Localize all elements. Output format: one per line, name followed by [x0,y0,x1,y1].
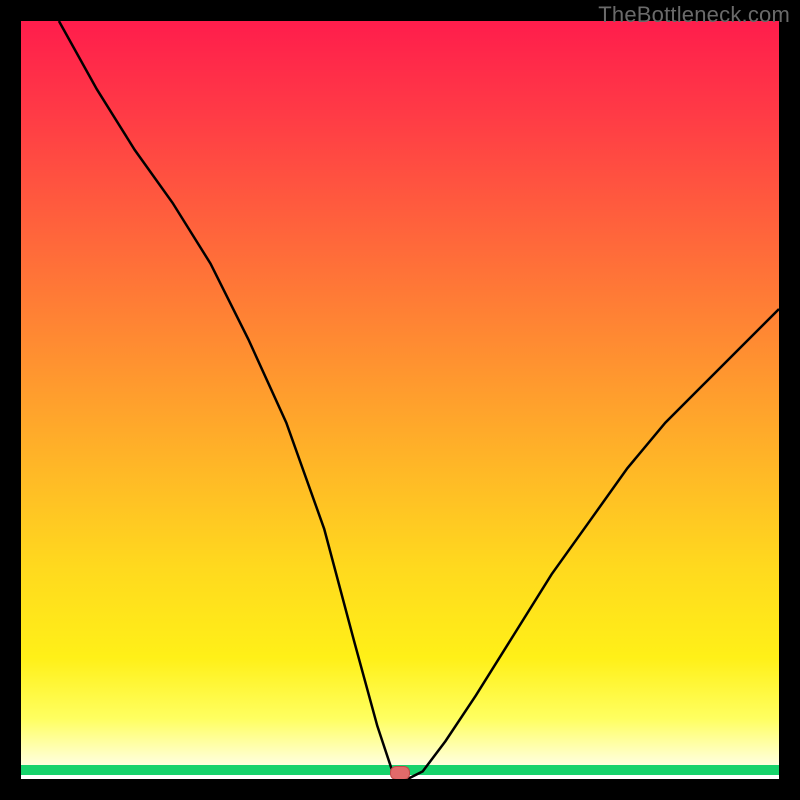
watermark-text: TheBottleneck.com [598,2,790,28]
curve-path [59,21,779,779]
optimal-point-marker [390,766,410,779]
plot-area [21,21,779,779]
chart-frame: TheBottleneck.com [0,0,800,800]
bottleneck-curve [21,21,779,779]
